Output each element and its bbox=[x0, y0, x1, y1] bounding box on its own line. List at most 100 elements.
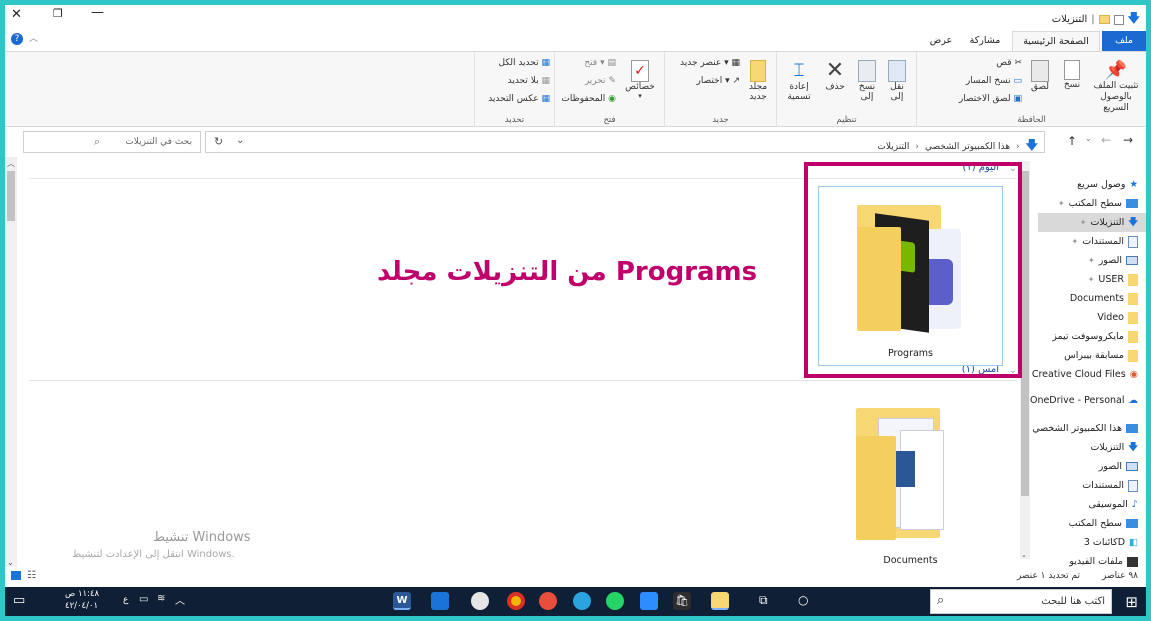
properties-small-icon[interactable] bbox=[1113, 14, 1124, 25]
battery-icon[interactable]: ▭ bbox=[139, 594, 148, 605]
onedrive-taskbar-icon[interactable] bbox=[431, 592, 449, 610]
search-icon: ⌕ bbox=[937, 593, 945, 608]
paint-taskbar-icon[interactable] bbox=[471, 592, 489, 610]
forward-button[interactable]: ← bbox=[1101, 133, 1111, 147]
nav-item-downloads[interactable]: ✦ التنزيلات 🡇 bbox=[1038, 213, 1146, 232]
nav-quick-access[interactable]: وصول سريع ★ bbox=[1077, 175, 1138, 194]
nav-item-bebras[interactable]: مسابقة بيبراس bbox=[1064, 346, 1138, 365]
nav-scroll-down-icon[interactable]: ⌄ bbox=[1021, 551, 1027, 559]
paste-shortcut-button[interactable]: لصق الاختصار ▣ bbox=[959, 94, 1022, 104]
paste-button[interactable]: لصق bbox=[1026, 60, 1054, 92]
copy-button[interactable]: نسخ bbox=[1058, 60, 1086, 90]
close-button[interactable]: ✕ bbox=[11, 7, 22, 22]
tab-view[interactable]: عرض bbox=[922, 31, 960, 51]
task-view-icon[interactable]: ⧉ bbox=[759, 593, 768, 608]
invert-selection-button[interactable]: عكس التحديد ▦ bbox=[488, 94, 550, 104]
nav-label: التنزيلات bbox=[1090, 217, 1125, 228]
scroll-up-icon[interactable]: ︿ bbox=[7, 158, 15, 169]
tab-share[interactable]: مشاركة bbox=[960, 31, 1010, 51]
recent-dropdown[interactable]: ⌄ bbox=[1085, 134, 1092, 143]
restore-button[interactable]: ❐ bbox=[53, 7, 63, 20]
zoom-taskbar-icon[interactable] bbox=[640, 592, 658, 610]
taskbar-search-box[interactable]: اكتب هنا للبحث ⌕ bbox=[930, 589, 1112, 614]
nav-pc-music[interactable]: الموسيقى ♪ bbox=[1088, 495, 1138, 514]
clock-date[interactable]: ٤٢/٠٤/٠١ bbox=[65, 601, 98, 611]
nav-scroll-thumb[interactable] bbox=[1021, 171, 1029, 496]
up-button[interactable]: ↑ bbox=[1067, 134, 1077, 148]
app-taskbar-icon[interactable] bbox=[539, 592, 557, 610]
new-folder-button[interactable]: مجلد جديد bbox=[744, 60, 772, 102]
help-icon[interactable]: ? bbox=[11, 33, 23, 45]
start-button[interactable]: ⊞ bbox=[1125, 593, 1138, 611]
file-item-programs[interactable]: Programs bbox=[818, 186, 1003, 366]
nav-pc-desktop[interactable]: سطح المكتب bbox=[1069, 514, 1138, 533]
history-button[interactable]: المحفوظات ◉ bbox=[561, 94, 616, 104]
tab-file[interactable]: ملف bbox=[1102, 31, 1146, 51]
nav-item-documents[interactable]: ✦ المستندات bbox=[1071, 232, 1138, 251]
address-dropdown-icon[interactable]: ⌄ bbox=[236, 135, 244, 146]
pin-quick-access-button[interactable]: 📌 تثبيت الملف بالوصول السريع bbox=[1090, 60, 1142, 114]
chrome-taskbar-icon[interactable] bbox=[507, 592, 525, 610]
address-bar[interactable]: ⌄ ↻ التنزيلات › هذا الكمبيوتر الشخصي › 🡇 bbox=[205, 131, 1045, 153]
nav-item-documents-folder[interactable]: Documents bbox=[1070, 289, 1138, 308]
new-item-label: عنصر جديد bbox=[680, 58, 722, 68]
edit-button[interactable]: تحرير ✎ bbox=[585, 76, 616, 86]
refresh-icon[interactable]: ↻ bbox=[214, 135, 223, 148]
minimize-button[interactable]: — bbox=[91, 5, 104, 20]
select-all-button[interactable]: تحديد الكل ▦ bbox=[498, 58, 550, 68]
details-view-icon[interactable]: ☷ bbox=[27, 570, 36, 581]
copy-path-button[interactable]: نسخ المسار ▭ bbox=[966, 76, 1022, 86]
pin-small-icon: ✦ bbox=[1079, 218, 1087, 227]
nav-item-pictures[interactable]: ✦ الصور bbox=[1088, 251, 1138, 270]
new-item-button[interactable]: عنصر جديد ▾ ▦ bbox=[680, 58, 740, 68]
rename-button[interactable]: ⌶ إعادة تسمية bbox=[782, 60, 816, 102]
file-explorer-taskbar-icon[interactable] bbox=[711, 592, 729, 610]
properties-button[interactable]: ✓ خصائص ▾ bbox=[620, 60, 660, 100]
content-scroll-thumb[interactable] bbox=[7, 171, 15, 221]
nav-item-desktop[interactable]: ✦ سطح المكتب bbox=[1058, 194, 1138, 213]
nav-this-pc[interactable]: هذا الكمبيوتر الشخصي bbox=[1032, 419, 1138, 438]
delete-button[interactable]: ✕ حذف bbox=[822, 60, 848, 93]
scroll-down-icon[interactable]: ⌄ bbox=[7, 558, 14, 567]
open-button[interactable]: فتح ▾ ▤ bbox=[584, 58, 616, 68]
nav-onedrive[interactable]: ☁ OneDrive - Personal bbox=[1030, 391, 1138, 410]
nav-pc-3d[interactable]: كائنات 3D ◧ bbox=[1084, 533, 1138, 552]
wifi-icon[interactable]: ≋ bbox=[157, 593, 165, 604]
input-language[interactable]: ع bbox=[123, 595, 128, 605]
large-icons-view-icon[interactable] bbox=[11, 571, 21, 580]
select-none-button[interactable]: بلا تحديد ▦ bbox=[508, 76, 550, 86]
collapse-ribbon-icon[interactable]: ︿ bbox=[29, 31, 38, 44]
notification-icon[interactable]: ▭ bbox=[13, 593, 25, 608]
breadcrumb-pc[interactable]: هذا الكمبيوتر الشخصي bbox=[925, 142, 1010, 152]
content-scrollbar[interactable]: ︿ ⌄ bbox=[5, 157, 17, 567]
cortana-icon[interactable]: ○ bbox=[798, 593, 808, 607]
file-list: ⌄ اليوم (١) ⌄ أمس (١) Programs Documents… bbox=[17, 157, 1022, 568]
store-taskbar-icon[interactable]: 🛍 bbox=[673, 592, 691, 610]
move-to-button[interactable]: نقل إلى bbox=[884, 60, 910, 102]
nav-item-teams[interactable]: مايكروسوفت تيمز bbox=[1052, 327, 1138, 346]
nav-pc-pictures[interactable]: الصور bbox=[1099, 457, 1138, 476]
word-taskbar-icon[interactable]: W bbox=[393, 592, 411, 610]
clock-time[interactable]: ١١:٤٨ ص bbox=[65, 589, 99, 599]
search-box[interactable]: بحث في التنزيلات ⌕ bbox=[23, 131, 201, 153]
tray-chevron-icon[interactable]: ︿ bbox=[175, 592, 185, 607]
nav-item-user[interactable]: ✦ USER bbox=[1088, 270, 1138, 289]
nav-pc-documents[interactable]: المستندات bbox=[1082, 476, 1138, 495]
cut-button[interactable]: قص ✂ bbox=[996, 58, 1022, 68]
paste-shortcut-label: لصق الاختصار bbox=[958, 94, 1011, 104]
nav-pc-downloads[interactable]: التنزيلات 🡇 bbox=[1090, 438, 1138, 457]
tab-home[interactable]: الصفحة الرئيسية bbox=[1012, 31, 1100, 51]
whatsapp-taskbar-icon[interactable] bbox=[606, 592, 624, 610]
breadcrumb-current[interactable]: التنزيلات bbox=[877, 142, 909, 152]
nav-item-video[interactable]: Video bbox=[1097, 308, 1138, 327]
easy-access-button[interactable]: اختصار ▾ ↗ bbox=[697, 76, 740, 86]
nav-creative-cloud[interactable]: ◉ Creative Cloud Files bbox=[1032, 365, 1138, 384]
file-item-documents[interactable]: Documents bbox=[818, 390, 1003, 568]
copy-to-button[interactable]: نسخ إلى bbox=[854, 60, 880, 102]
telegram-taskbar-icon[interactable] bbox=[573, 592, 591, 610]
back-button[interactable]: → bbox=[1123, 133, 1133, 147]
folder-small-icon[interactable] bbox=[1098, 15, 1110, 24]
group-organize: نقل إلى نسخ إلى ✕ حذف ⌶ إعادة تسمية تنظي… bbox=[776, 52, 916, 128]
taskbar: ⊞ اكتب هنا للبحث ⌕ ○ ⧉ 🛍 W ▭ ١١:٤٨ ص ٤٢/… bbox=[5, 587, 1146, 616]
pin-small-icon: ✦ bbox=[1071, 237, 1079, 246]
